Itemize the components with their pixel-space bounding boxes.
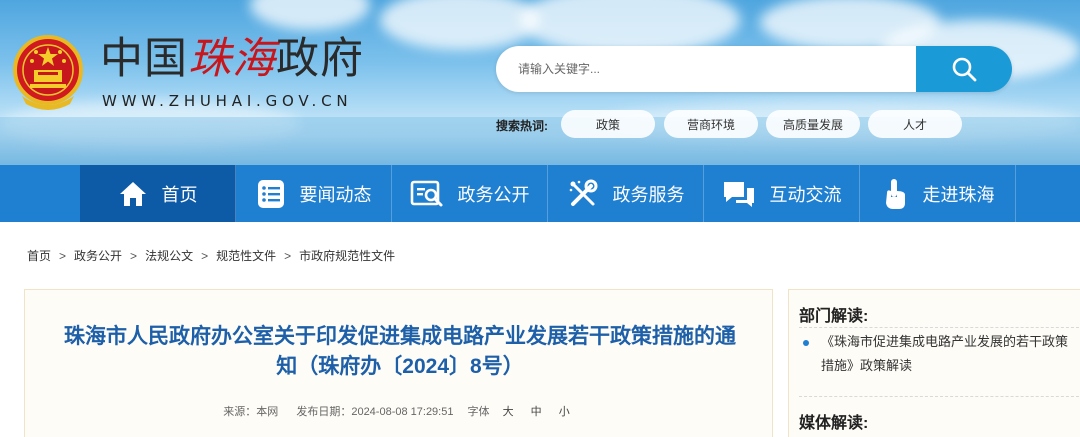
article-title-line1: 珠海市人民政府办公室关于印发促进集成电路产业发展若干政策措施的通: [64, 325, 736, 348]
breadcrumb-city-normative-documents[interactable]: 市政府规范性文件: [299, 247, 395, 264]
nav-item-label: 要闻动态: [299, 184, 372, 205]
article-publish-date: 发布日期：2024-08-08 17:29:51: [296, 406, 454, 418]
font-size-large-button[interactable]: 大: [503, 406, 514, 418]
article-source: 来源：本网: [223, 406, 279, 418]
service-tools-icon: [569, 179, 597, 206]
chat-icon: [723, 181, 754, 207]
nav-item-label: 首页: [161, 184, 198, 205]
font-size-medium-button[interactable]: 中: [531, 406, 542, 418]
divider: [799, 396, 1079, 397]
site-title-government: 政府: [276, 36, 364, 83]
search-input[interactable]: [496, 46, 916, 92]
breadcrumb-home[interactable]: 首页: [27, 247, 51, 264]
site-url: WWW.ZHUHAI.GOV.CN: [102, 92, 353, 110]
national-emblem-icon: [13, 35, 83, 110]
nav-item-discover-zhuhai[interactable]: 走进珠海: [860, 165, 1016, 222]
search-button[interactable]: [916, 46, 1012, 92]
site-title[interactable]: 中国珠海政府: [100, 38, 364, 81]
search-box: [496, 46, 1012, 92]
department-interpretation-heading: 部门解读:: [799, 308, 869, 325]
nav-item-label: 互动交流: [769, 184, 842, 205]
hot-tag-business-environment[interactable]: 营商环境: [664, 110, 758, 138]
header-banner: 中国珠海政府 WWW.ZHUHAI.GOV.CN 搜索热词: 政策 营商环境 高…: [0, 0, 1080, 165]
hot-tag-high-quality-development[interactable]: 高质量发展: [766, 110, 860, 138]
breadcrumb-separator: >: [201, 248, 209, 263]
breadcrumb-gov-affairs-open[interactable]: 政务公开: [74, 247, 122, 264]
font-size-label: 字体: [467, 406, 490, 418]
home-icon: [119, 181, 146, 206]
article-title-line2: 知（珠府办〔2024〕8号）: [276, 355, 524, 378]
breadcrumb: 首页 > 政务公开 > 法规公文 > 规范性文件 > 市政府规范性文件: [27, 247, 395, 264]
nav-item-home[interactable]: 首页: [80, 165, 236, 222]
nav-item-label: 政务服务: [612, 184, 685, 205]
article-title: 珠海市人民政府办公室关于印发促进集成电路产业发展若干政策措施的通 知（珠府办〔2…: [39, 322, 761, 382]
nav-item-interaction[interactable]: 互动交流: [704, 165, 860, 222]
main-nav: 首页 要闻动态 政务公开 政务服务 互动交流 走进珠海: [0, 165, 1080, 222]
tap-hand-icon: [885, 178, 905, 209]
nav-item-label: 政务公开: [457, 184, 530, 205]
hot-tag-policy[interactable]: 政策: [561, 110, 655, 138]
hot-search-label: 搜索热词:: [496, 119, 548, 133]
interpretation-link[interactable]: 《珠海市促进集成电路产业发展的若干政策措施》政策解读: [821, 330, 1071, 378]
divider: [799, 327, 1079, 328]
breadcrumb-regulations[interactable]: 法规公文: [145, 247, 193, 264]
font-size-small-button[interactable]: 小: [559, 406, 570, 418]
site-title-china: 中国: [100, 36, 188, 83]
article-meta: 来源：本网 发布日期：2024-08-08 17:29:51 字体 大 中 小: [25, 403, 772, 419]
nav-item-gov-affairs-open[interactable]: 政务公开: [392, 165, 548, 222]
news-list-icon: [257, 179, 284, 208]
nav-item-gov-services[interactable]: 政务服务: [548, 165, 704, 222]
breadcrumb-separator: >: [130, 248, 138, 263]
article-panel: 珠海市人民政府办公室关于印发促进集成电路产业发展若干政策措施的通 知（珠府办〔2…: [24, 289, 773, 437]
search-icon: [952, 57, 977, 82]
site-title-zhuhai: 珠海: [188, 36, 276, 83]
document-search-icon: [410, 180, 442, 206]
nav-item-label: 走进珠海: [922, 184, 995, 205]
interpretation-panel: 部门解读: 《珠海市促进集成电路产业发展的若干政策措施》政策解读 媒体解读:: [788, 289, 1080, 437]
breadcrumb-separator: >: [284, 248, 292, 263]
hot-tag-talent[interactable]: 人才: [868, 110, 962, 138]
nav-item-news[interactable]: 要闻动态: [236, 165, 392, 222]
media-interpretation-heading: 媒体解读:: [799, 415, 869, 432]
bullet-dot: [803, 340, 809, 346]
breadcrumb-separator: >: [59, 248, 67, 263]
breadcrumb-normative-documents[interactable]: 规范性文件: [216, 247, 276, 264]
